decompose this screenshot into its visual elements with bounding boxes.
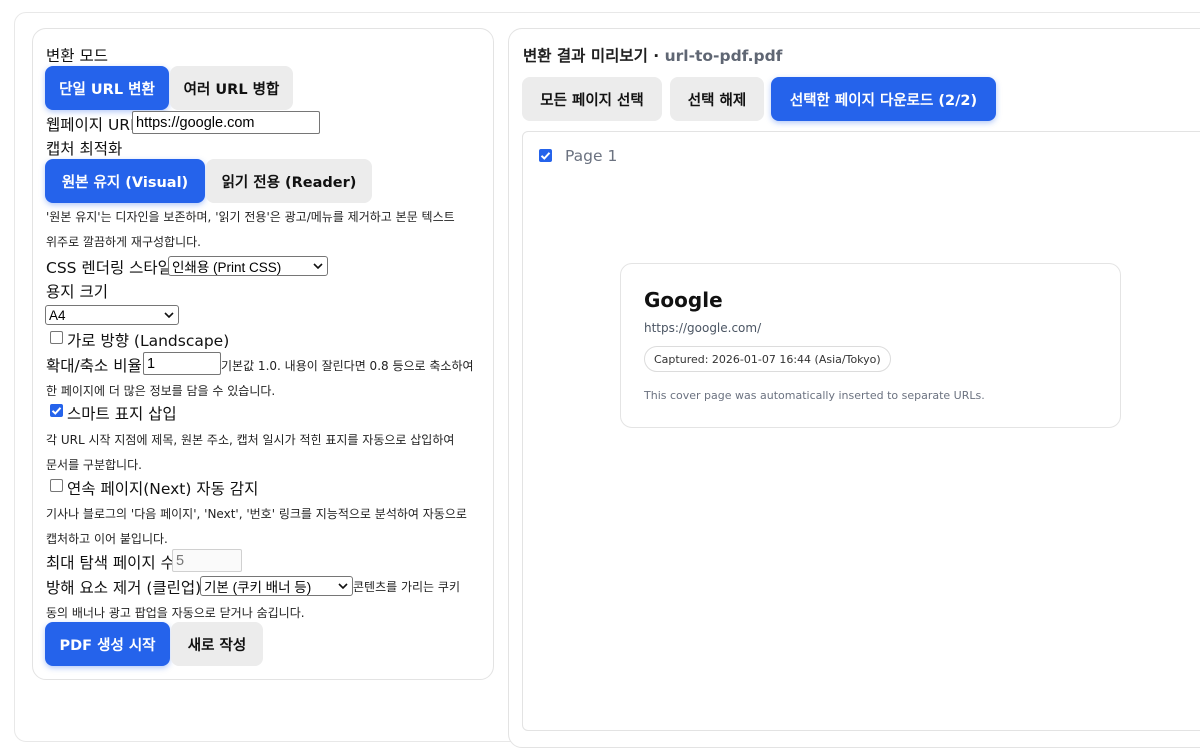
landscape-label: 가로 방향 (Landscape): [67, 332, 230, 350]
paper-size-select[interactable]: A4: [45, 305, 179, 325]
capture-help-line-1: '원본 유지'는 디자인을 보존하며, '읽기 전용'은 광고/메뉴를 제거하고…: [46, 210, 455, 224]
next-detect-label: 연속 페이지(Next) 자동 감지: [67, 480, 259, 498]
scale-help-line-2: 한 페이지에 더 많은 정보를 담을 수 있습니다.: [46, 384, 276, 398]
next-detect-help-line-2: 캡처하고 이어 붙입니다.: [46, 532, 168, 546]
capture-help-line-2: 위주로 깔끔하게 재구성합니다.: [46, 235, 201, 249]
cover-title: Google: [644, 288, 723, 312]
preview-title: 변환 결과 미리보기 · url-to-pdf.pdf: [523, 44, 782, 66]
paper-size-value: A4: [49, 307, 66, 323]
cleanup-label: 방해 요소 제거 (클린업): [46, 579, 202, 597]
deselect-button[interactable]: 선택 해제: [670, 77, 764, 121]
css-style-value: 인쇄용 (Print CSS): [172, 260, 282, 275]
start-pdf-button[interactable]: PDF 생성 시작: [45, 622, 170, 666]
reader-capture-button[interactable]: 읽기 전용 (Reader): [206, 159, 372, 203]
select-all-pages-button[interactable]: 모든 페이지 선택: [522, 77, 662, 121]
single-url-mode-button[interactable]: 단일 URL 변환: [45, 66, 169, 110]
next-detect-help-line-1: 기사나 블로그의 '다음 페이지', 'Next', '번호' 링크를 지능적으…: [46, 507, 467, 521]
max-pages-label: 최대 탐색 페이지 수: [46, 554, 175, 572]
smart-cover-label: 스마트 표지 삽입: [67, 405, 177, 423]
preview-filename: url-to-pdf.pdf: [664, 47, 783, 65]
check-icon: [540, 152, 551, 160]
css-style-select[interactable]: 인쇄용 (Print CSS): [168, 256, 328, 276]
cleanup-value: 기본 (쿠키 배너 등): [204, 580, 312, 595]
visual-capture-button[interactable]: 원본 유지 (Visual): [45, 159, 205, 203]
max-pages-input[interactable]: [172, 549, 242, 572]
cover-url: https://google.com/: [644, 321, 762, 335]
page-preview-area: [522, 131, 1200, 731]
url-input[interactable]: [132, 111, 320, 134]
cleanup-help-line-2: 동의 배너나 광고 팝업을 자동으로 닫거나 숨깁니다.: [46, 606, 305, 620]
preview-title-text: 변환 결과 미리보기 ·: [523, 47, 660, 65]
cleanup-help-line-1: 콘텐츠를 가리는 쿠키: [353, 580, 460, 594]
download-selected-button[interactable]: 선택한 페이지 다운로드 (2/2): [771, 77, 996, 121]
scale-help-line-1: 기본값 1.0. 내용이 잘린다면 0.8 등으로 축소하여: [221, 359, 474, 373]
cover-captured-badge: Captured: 2026-01-07 16:44 (Asia/Tokyo): [644, 346, 891, 372]
cleanup-select[interactable]: 기본 (쿠키 배너 등): [200, 576, 353, 596]
scale-label: 확대/축소 비율: [46, 357, 142, 375]
landscape-checkbox[interactable]: [50, 331, 63, 344]
css-style-label: CSS 렌더링 스타일: [46, 259, 172, 277]
scale-input[interactable]: [143, 352, 221, 375]
chevron-down-icon: [337, 580, 349, 592]
check-icon: [51, 407, 62, 415]
merge-urls-mode-button[interactable]: 여러 URL 병합: [170, 66, 293, 110]
capture-label: 캡처 최적화: [46, 140, 123, 158]
smart-cover-help-line-2: 문서를 구분합니다.: [46, 458, 142, 472]
chevron-down-icon: [163, 309, 175, 321]
smart-cover-checkbox[interactable]: [50, 404, 63, 417]
page-1-label: Page 1: [565, 147, 618, 165]
chevron-down-icon: [312, 260, 324, 272]
next-detect-checkbox[interactable]: [50, 479, 63, 492]
mode-label: 변환 모드: [46, 47, 108, 65]
cover-note: This cover page was automatically insert…: [644, 389, 985, 402]
page-1-checkbox[interactable]: [539, 149, 552, 162]
reset-button[interactable]: 새로 작성: [171, 622, 263, 666]
smart-cover-help-line-1: 각 URL 시작 지점에 제목, 원본 주소, 캡처 일시가 적힌 표지를 자동…: [46, 433, 455, 447]
url-label: 웹페이지 URL: [46, 116, 139, 134]
paper-size-label: 용지 크기: [46, 283, 108, 301]
